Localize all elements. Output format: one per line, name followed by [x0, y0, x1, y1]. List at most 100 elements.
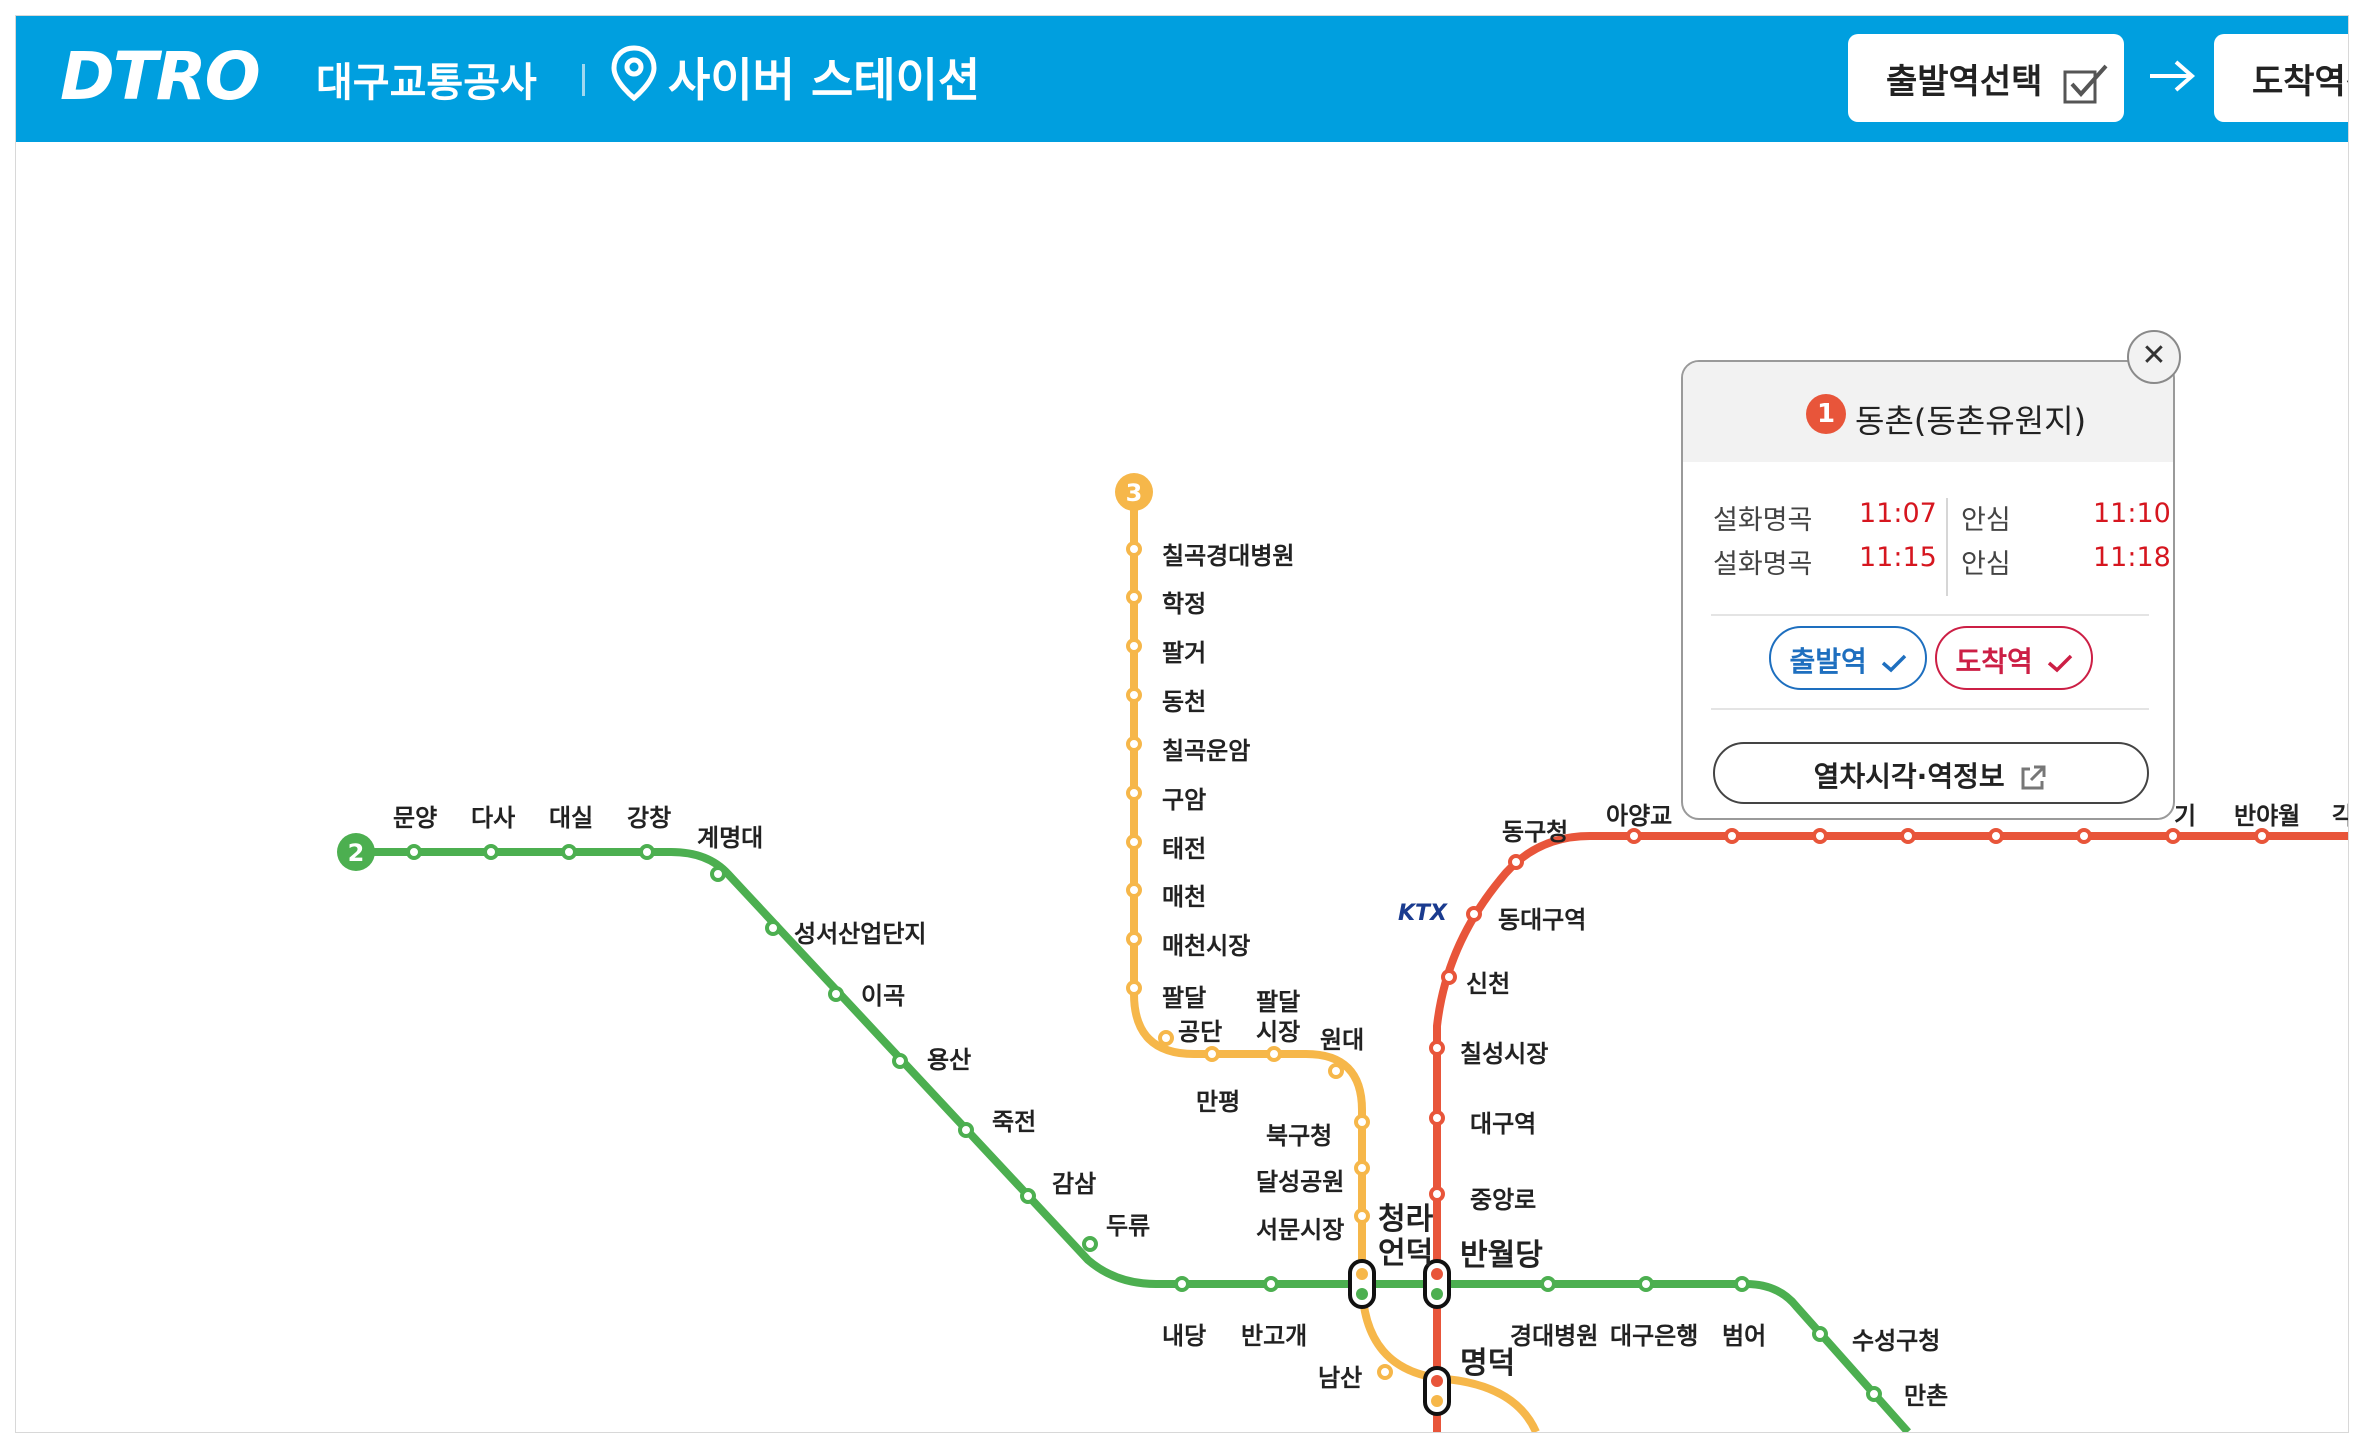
station-label[interactable]: 칠성시장: [1460, 1034, 1548, 1069]
station-label[interactable]: 매천: [1162, 877, 1206, 912]
station-label[interactable]: 기: [2174, 796, 2196, 831]
station-dot[interactable]: [1354, 1208, 1370, 1224]
station-label[interactable]: 각: [2332, 796, 2348, 831]
station-dot[interactable]: [1126, 589, 1142, 605]
station-label[interactable]: 수성구청: [1852, 1321, 1940, 1356]
close-button[interactable]: ✕: [2127, 330, 2181, 384]
station-dot[interactable]: [1126, 638, 1142, 654]
station-label[interactable]: 학정: [1162, 584, 1206, 619]
station-label[interactable]: 팔달: [1162, 978, 1206, 1013]
station-dot[interactable]: [1441, 969, 1457, 985]
station-dot[interactable]: [639, 844, 655, 860]
transfer-label-line1[interactable]: 청라: [1378, 1204, 1433, 1236]
station-dot[interactable]: [1988, 828, 2004, 844]
station-label[interactable]: 칠곡운암: [1162, 731, 1250, 766]
station-dot[interactable]: [1126, 541, 1142, 557]
station-dot[interactable]: [2076, 828, 2092, 844]
station-label[interactable]: 동대구역: [1498, 900, 1586, 935]
transfer-label-line2[interactable]: 언덕: [1378, 1238, 1433, 1270]
station-dot[interactable]: [828, 986, 844, 1002]
station-label[interactable]: 문양: [393, 798, 437, 833]
station-label[interactable]: 공단: [1178, 1012, 1222, 1047]
transfer-myeongdeok[interactable]: [1423, 1366, 1451, 1416]
station-label[interactable]: 대구은행: [1610, 1316, 1698, 1351]
station-dot[interactable]: [1540, 1276, 1556, 1292]
station-label[interactable]: 중앙로: [1470, 1180, 1536, 1215]
set-departure-button[interactable]: 출발역: [1769, 626, 1927, 690]
station-dot[interactable]: [1626, 828, 1642, 844]
station-dot[interactable]: [1174, 1276, 1190, 1292]
station-dot[interactable]: [1429, 1110, 1445, 1126]
set-arrival-button[interactable]: 도착역: [1935, 626, 2093, 690]
station-label[interactable]: 다사: [471, 798, 515, 833]
station-label[interactable]: 매천시장: [1162, 926, 1250, 961]
station-label[interactable]: 용산: [927, 1040, 971, 1075]
station-dot[interactable]: [1126, 882, 1142, 898]
station-label[interactable]: 대구역: [1470, 1104, 1536, 1139]
station-label[interactable]: 내당: [1162, 1316, 1206, 1351]
station-dot[interactable]: [1354, 1114, 1370, 1130]
station-label[interactable]: 죽전: [992, 1102, 1036, 1137]
station-dot[interactable]: [1866, 1386, 1882, 1402]
station-dot[interactable]: [1126, 687, 1142, 703]
station-dot[interactable]: [1126, 785, 1142, 801]
station-label[interactable]: 만평: [1196, 1082, 1240, 1117]
station-dot[interactable]: [1204, 1046, 1220, 1062]
station-label[interactable]: 동구청: [1502, 812, 1568, 847]
station-dot[interactable]: [1429, 1040, 1445, 1056]
station-label[interactable]: 이곡: [861, 976, 905, 1011]
station-label[interactable]: 대실: [549, 798, 593, 833]
station-dot[interactable]: [2165, 828, 2181, 844]
station-label[interactable]: 서문시장: [1256, 1210, 1344, 1245]
station-label[interactable]: 두류: [1106, 1206, 1150, 1241]
station-dot[interactable]: [1724, 828, 1740, 844]
station-label[interactable]: 구암: [1162, 780, 1206, 815]
station-dot[interactable]: [1126, 931, 1142, 947]
station-dot[interactable]: [1020, 1188, 1036, 1204]
station-dot[interactable]: [1126, 736, 1142, 752]
station-dot[interactable]: [1900, 828, 1916, 844]
station-dot[interactable]: [892, 1053, 908, 1069]
station-dot[interactable]: [1354, 1160, 1370, 1176]
station-dot[interactable]: [1429, 1186, 1445, 1202]
station-label[interactable]: 명덕: [1460, 1346, 1515, 1382]
station-label[interactable]: 성서산업단지: [794, 914, 926, 949]
station-label[interactable]: 반야월: [2234, 796, 2300, 831]
station-dot[interactable]: [1812, 1326, 1828, 1342]
station-dot[interactable]: [1812, 828, 1828, 844]
station-label[interactable]: 동천: [1162, 682, 1206, 717]
station-label[interactable]: 칠곡경대병원: [1162, 536, 1294, 571]
station-dot[interactable]: [1266, 1046, 1282, 1062]
station-dot[interactable]: [1734, 1276, 1750, 1292]
station-dot[interactable]: [1126, 980, 1142, 996]
station-dot[interactable]: [483, 844, 499, 860]
station-label[interactable]: 태전: [1162, 829, 1206, 864]
transfer-chilla[interactable]: [1348, 1259, 1376, 1309]
station-dot[interactable]: [561, 844, 577, 860]
station-label[interactable]: 아양교: [1606, 796, 1672, 831]
station-dot[interactable]: [710, 866, 726, 882]
station-label[interactable]: 남산: [1318, 1358, 1362, 1393]
station-label[interactable]: 원대: [1320, 1020, 1364, 1055]
station-label[interactable]: 시장: [1256, 1012, 1300, 1047]
station-dot[interactable]: [958, 1122, 974, 1138]
station-label[interactable]: 신천: [1466, 964, 1510, 999]
station-label[interactable]: 달성공원: [1256, 1162, 1344, 1197]
station-label[interactable]: 범어: [1722, 1316, 1766, 1351]
station-label[interactable]: 반고개: [1241, 1316, 1307, 1351]
station-label[interactable]: 감삼: [1052, 1164, 1096, 1199]
station-dot[interactable]: [765, 920, 781, 936]
station-dot[interactable]: [1158, 1030, 1174, 1046]
station-dot[interactable]: [1126, 834, 1142, 850]
station-dot[interactable]: [1638, 1276, 1654, 1292]
station-label[interactable]: 팔거: [1162, 633, 1206, 668]
station-dot[interactable]: [406, 844, 422, 860]
station-dot[interactable]: [1263, 1276, 1279, 1292]
station-label[interactable]: 만촌: [1904, 1376, 1948, 1411]
transfer-label[interactable]: 반월당: [1460, 1238, 1543, 1274]
station-dot[interactable]: [1377, 1364, 1393, 1380]
train-info-button[interactable]: 열차시각·역정보: [1713, 742, 2149, 804]
station-dot[interactable]: [1082, 1236, 1098, 1252]
station-dot[interactable]: [2254, 828, 2270, 844]
station-dot[interactable]: [1508, 854, 1524, 870]
